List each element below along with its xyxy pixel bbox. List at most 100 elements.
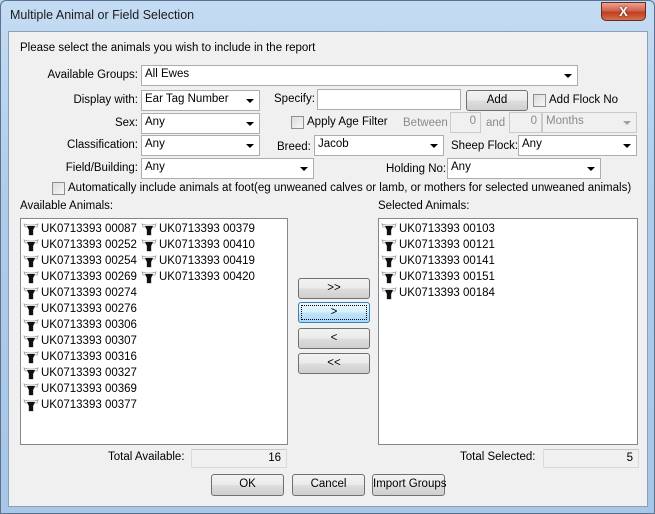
available-list-column-2: UK0713393 00379 UK0713393 00410 UK0713393 … — [141, 221, 255, 285]
available-groups-value: All Ewes — [145, 68, 190, 80]
animal-tag: UK0713393 00420 — [159, 271, 255, 283]
list-item[interactable]: UK0713393 00369 — [23, 381, 137, 397]
list-item[interactable]: UK0713393 00276 — [23, 301, 137, 317]
sheep-icon — [23, 254, 39, 268]
sex-value: Any — [145, 116, 165, 128]
remove-all-button[interactable]: << — [298, 353, 370, 374]
apply-age-filter-label[interactable]: Apply Age Filter — [307, 116, 388, 128]
display-with-select[interactable]: Ear Tag Number — [141, 90, 260, 111]
dialog-window: Multiple Animal or Field Selection X Ple… — [0, 0, 655, 514]
animal-tag: UK0713393 00087 — [41, 223, 137, 235]
animal-tag: UK0713393 00184 — [399, 287, 495, 299]
list-item[interactable]: UK0713393 00419 — [141, 253, 255, 269]
list-item[interactable]: UK0713393 00410 — [141, 237, 255, 253]
sheep-icon — [141, 254, 157, 268]
sheep-icon — [23, 350, 39, 364]
animal-tag: UK0713393 00254 — [41, 255, 137, 267]
age-to-input[interactable]: 0 — [509, 112, 542, 133]
display-with-value: Ear Tag Number — [145, 93, 229, 105]
animal-tag: UK0713393 00151 — [399, 271, 495, 283]
sheep-icon — [23, 334, 39, 348]
sheep-flock-select[interactable]: Any — [518, 135, 637, 156]
total-selected-value: 5 — [543, 449, 639, 468]
list-item[interactable]: UK0713393 00327 — [23, 365, 137, 381]
animal-tag: UK0713393 00307 — [41, 335, 137, 347]
available-animals-label: Available Animals: — [20, 200, 114, 212]
ok-button[interactable]: OK — [211, 474, 284, 496]
cancel-button[interactable]: Cancel — [292, 474, 365, 496]
close-button[interactable]: X — [601, 2, 646, 21]
animal-tag: UK0713393 00103 — [399, 223, 495, 235]
sheep-icon — [23, 270, 39, 284]
apply-age-filter-checkbox[interactable] — [291, 116, 304, 129]
age-from-input[interactable]: 0 — [450, 112, 481, 133]
add-flock-no-checkbox[interactable] — [533, 94, 546, 107]
classification-select[interactable]: Any — [141, 135, 260, 156]
title-bar[interactable]: Multiple Animal or Field Selection X — [1, 1, 654, 31]
sheep-icon — [381, 270, 397, 284]
sex-select[interactable]: Any — [141, 113, 260, 134]
list-item[interactable]: UK0713393 00274 — [23, 285, 137, 301]
sheep-icon — [381, 222, 397, 236]
breed-select[interactable]: Jacob — [314, 135, 444, 156]
field-building-label: Field/Building: — [65, 162, 138, 174]
sheep-flock-label: Sheep Flock: — [451, 140, 519, 152]
sheep-icon — [23, 286, 39, 300]
specify-input[interactable] — [317, 89, 461, 110]
sheep-icon — [23, 382, 39, 396]
sheep-icon — [23, 318, 39, 332]
list-item[interactable]: UK0713393 00316 — [23, 349, 137, 365]
animal-tag: UK0713393 00274 — [41, 287, 137, 299]
animal-tag: UK0713393 00369 — [41, 383, 137, 395]
list-item[interactable]: UK0713393 00420 — [141, 269, 255, 285]
list-item[interactable]: UK0713393 00252 — [23, 237, 137, 253]
auto-include-label[interactable]: Automatically include animals at foot(eg… — [68, 182, 631, 194]
remove-selected-button[interactable]: < — [298, 328, 370, 349]
breed-value: Jacob — [318, 138, 349, 150]
list-item[interactable]: UK0713393 00103 — [381, 221, 495, 237]
holding-no-label: Holding No: — [386, 163, 447, 175]
add-selected-button[interactable]: > — [298, 302, 370, 323]
total-available-label: Total Available: — [108, 451, 185, 463]
list-item[interactable]: UK0713393 00269 — [23, 269, 137, 285]
dialog-client-area: Please select the animals you wish to in… — [8, 31, 648, 507]
import-groups-button[interactable]: Import Groups — [372, 474, 447, 496]
list-item[interactable]: UK0713393 00379 — [141, 221, 255, 237]
available-groups-select[interactable]: All Ewes — [141, 65, 578, 86]
field-building-select[interactable]: Any — [141, 158, 314, 179]
list-item[interactable]: UK0713393 00184 — [381, 285, 495, 301]
list-item[interactable]: UK0713393 00306 — [23, 317, 137, 333]
list-item[interactable]: UK0713393 00254 — [23, 253, 137, 269]
selected-animals-list[interactable]: UK0713393 00103 UK0713393 00121 UK0713393 … — [378, 218, 638, 445]
sheep-icon — [23, 222, 39, 236]
list-item[interactable]: UK0713393 00121 — [381, 237, 495, 253]
add-flock-no-label[interactable]: Add Flock No — [549, 94, 618, 106]
sheep-icon — [23, 398, 39, 412]
age-unit-select[interactable]: Months — [542, 112, 637, 133]
add-all-button[interactable]: >> — [298, 278, 370, 299]
classification-value: Any — [145, 138, 165, 150]
between-label: Between — [403, 117, 448, 129]
holding-no-select[interactable]: Any — [447, 158, 601, 179]
sheep-icon — [381, 238, 397, 252]
add-button[interactable]: Add — [466, 90, 528, 111]
list-item[interactable]: UK0713393 00307 — [23, 333, 137, 349]
available-groups-label: Available Groups: — [47, 69, 138, 81]
list-item[interactable]: UK0713393 00141 — [381, 253, 495, 269]
list-item[interactable]: UK0713393 00377 — [23, 397, 137, 413]
sheep-icon — [141, 238, 157, 252]
chevron-down-icon — [623, 121, 631, 125]
auto-include-checkbox[interactable] — [52, 182, 65, 195]
chevron-down-icon — [300, 167, 308, 171]
chevron-down-icon — [430, 144, 438, 148]
display-with-label: Display with: — [73, 94, 138, 106]
list-item[interactable]: UK0713393 00151 — [381, 269, 495, 285]
sheep-icon — [141, 270, 157, 284]
sheep-icon — [141, 222, 157, 236]
available-animals-list[interactable]: UK0713393 00087 UK0713393 00252 UK0713393 … — [20, 218, 288, 445]
age-unit-value: Months — [546, 115, 584, 127]
animal-tag: UK0713393 00419 — [159, 255, 255, 267]
close-icon: X — [619, 4, 628, 19]
list-item[interactable]: UK0713393 00087 — [23, 221, 137, 237]
animal-tag: UK0713393 00377 — [41, 399, 137, 411]
